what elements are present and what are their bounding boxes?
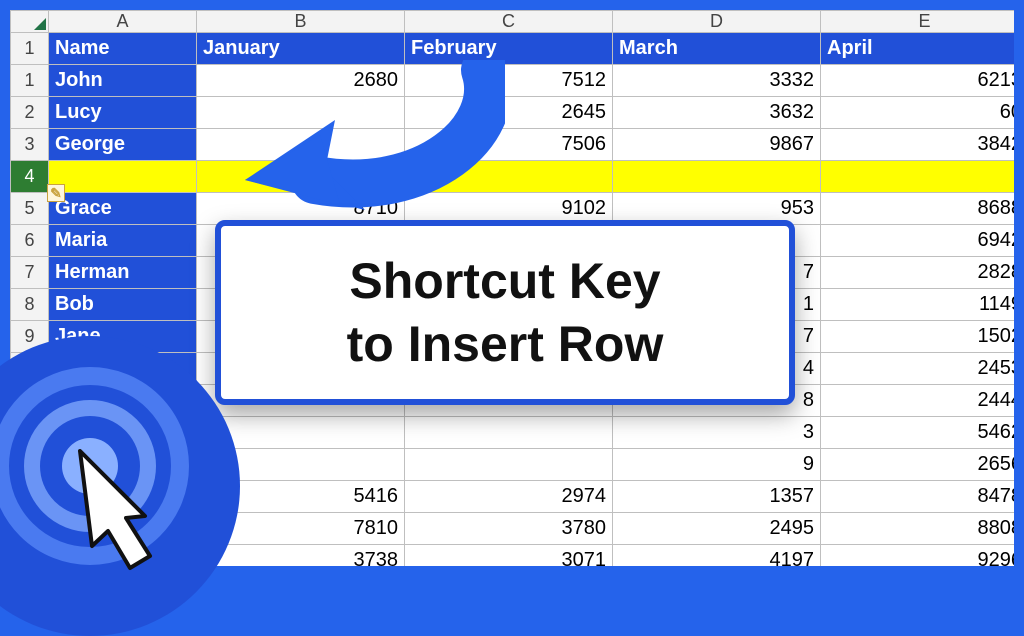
row-header[interactable] [11, 417, 49, 449]
cell-name[interactable] [49, 385, 197, 417]
cell[interactable]: 7506 [405, 129, 613, 161]
row-header[interactable] [11, 513, 49, 545]
cell[interactable]: 2828 [821, 257, 1015, 289]
cell-a1[interactable]: Name [49, 33, 197, 65]
cell-name[interactable] [49, 545, 197, 567]
tip-callout: Shortcut Key to Insert Row [215, 220, 795, 405]
cell-name[interactable]: Maria [49, 225, 197, 257]
col-header-d[interactable]: D [613, 11, 821, 33]
insert-options-icon[interactable]: ✎ [47, 184, 65, 202]
col-header-c[interactable]: C [405, 11, 613, 33]
cell[interactable] [197, 97, 405, 129]
cell[interactable]: 3332 [613, 65, 821, 97]
cell-name[interactable]: Bob [49, 289, 197, 321]
cell[interactable]: 8808 [821, 513, 1015, 545]
row-header[interactable]: 9 [11, 321, 49, 353]
cell-name[interactable] [49, 449, 197, 481]
cell-b1[interactable]: January [197, 33, 405, 65]
cell[interactable] [405, 449, 613, 481]
row-header[interactable]: 10 [11, 353, 49, 385]
cell[interactable]: 6213 [821, 65, 1015, 97]
row-header[interactable] [11, 449, 49, 481]
cell[interactable]: 1502 [821, 321, 1015, 353]
cell[interactable]: 2444 [821, 385, 1015, 417]
row-header[interactable]: 2 [11, 97, 49, 129]
cell[interactable]: 60 [821, 97, 1015, 129]
cell-name[interactable]: John [49, 65, 197, 97]
cell[interactable]: 9867 [613, 129, 821, 161]
row-header[interactable] [11, 481, 49, 513]
cell[interactable]: 9 [613, 449, 821, 481]
cell-name[interactable] [49, 161, 197, 193]
cell-name[interactable] [49, 353, 197, 385]
cell[interactable]: 3071 [405, 545, 613, 567]
cell[interactable]: 3632 [613, 97, 821, 129]
cell-e1[interactable]: April [821, 33, 1015, 65]
row-header[interactable]: 3 [11, 129, 49, 161]
cell[interactable]: 3842 [821, 129, 1015, 161]
row-header[interactable]: 6 [11, 225, 49, 257]
col-header-e[interactable]: E [821, 11, 1015, 33]
cell[interactable]: 5462 [821, 417, 1015, 449]
row-header[interactable]: 5 [11, 193, 49, 225]
callout-line1: Shortcut Key [239, 250, 771, 313]
cell[interactable] [197, 449, 405, 481]
cell[interactable]: 7810 [197, 513, 405, 545]
cell[interactable]: 2680 [197, 65, 405, 97]
cell[interactable]: 8688 [821, 193, 1015, 225]
cell[interactable]: 2453 [821, 353, 1015, 385]
cell[interactable]: 5416 [197, 481, 405, 513]
col-header-a[interactable]: A [49, 11, 197, 33]
cell-name[interactable] [49, 417, 197, 449]
cell[interactable] [197, 161, 405, 193]
cell[interactable]: 3780 [405, 513, 613, 545]
row-header[interactable] [11, 545, 49, 567]
cell-name[interactable]: Jane [49, 321, 197, 353]
cell-name[interactable]: Lucy [49, 97, 197, 129]
cell[interactable]: 2974 [405, 481, 613, 513]
cell-c1[interactable]: February [405, 33, 613, 65]
row-header[interactable]: 1 [11, 33, 49, 65]
cell[interactable]: 2656 [821, 449, 1015, 481]
cell[interactable] [197, 129, 405, 161]
row-header[interactable]: 4 [11, 161, 49, 193]
cell[interactable] [405, 417, 613, 449]
cell[interactable] [197, 417, 405, 449]
cell[interactable]: 1357 [613, 481, 821, 513]
cell-name[interactable] [49, 481, 197, 513]
row-header[interactable]: 8 [11, 289, 49, 321]
cell-d1[interactable]: March [613, 33, 821, 65]
cell[interactable] [613, 161, 821, 193]
select-all-corner[interactable] [11, 11, 49, 33]
cell[interactable]: 7512 [405, 65, 613, 97]
cell[interactable]: 2495 [613, 513, 821, 545]
row-header[interactable]: 7 [11, 257, 49, 289]
cell-name[interactable]: George [49, 129, 197, 161]
cell[interactable]: 3 [613, 417, 821, 449]
cell[interactable]: 2645 [405, 97, 613, 129]
cell[interactable]: 1149 [821, 289, 1015, 321]
callout-line2: to Insert Row [239, 313, 771, 376]
cell-name[interactable]: Herman [49, 257, 197, 289]
cell[interactable] [821, 161, 1015, 193]
row-header[interactable]: 1 [11, 65, 49, 97]
cell[interactable]: 4197 [613, 545, 821, 567]
cell[interactable]: 8478 [821, 481, 1015, 513]
cell-name[interactable]: Grace✎ [49, 193, 197, 225]
cell[interactable]: 3738 [197, 545, 405, 567]
cell[interactable]: 6942 [821, 225, 1015, 257]
row-header[interactable] [11, 385, 49, 417]
cell[interactable]: 9296 [821, 545, 1015, 567]
cell[interactable] [405, 161, 613, 193]
cell-name[interactable] [49, 513, 197, 545]
col-header-b[interactable]: B [197, 11, 405, 33]
